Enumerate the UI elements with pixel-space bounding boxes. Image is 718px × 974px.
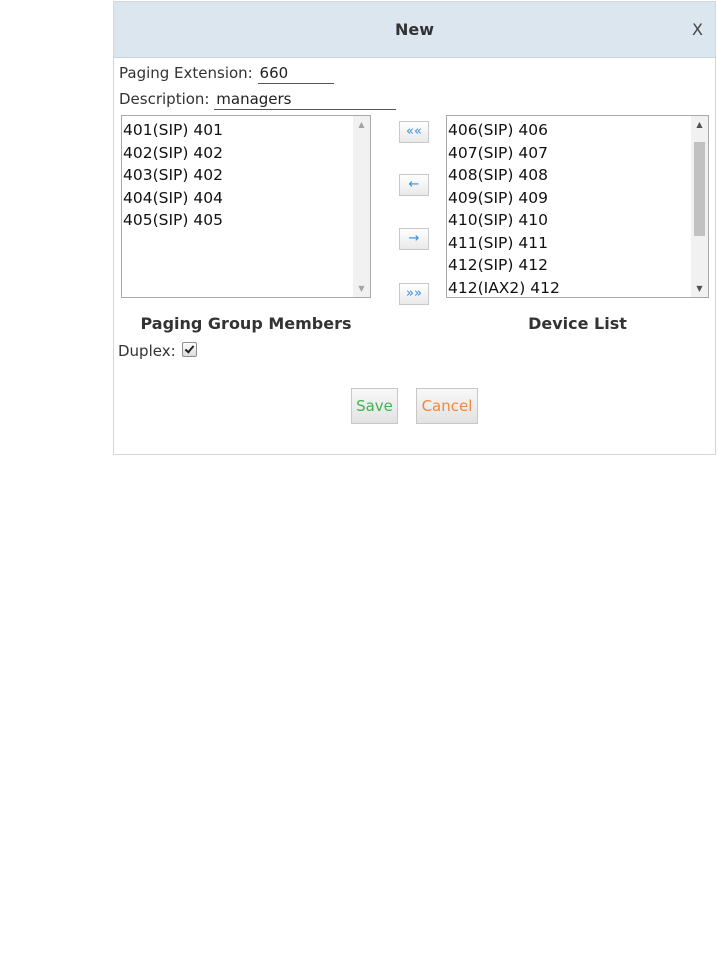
list-item[interactable]: 406(SIP) 406 <box>447 119 691 142</box>
paging-group-members-list[interactable]: 401(SIP) 401 402(SIP) 402 403(SIP) 402 404(… <box>121 115 371 298</box>
device-list-scrollbar[interactable]: ▲ ▼ <box>691 116 708 297</box>
duplex-row: Duplex: <box>118 342 198 360</box>
list-item[interactable]: 407(SIP) 407 <box>447 142 691 165</box>
paging-extension-input[interactable]: 660 <box>257 64 334 84</box>
list-item[interactable]: 412(IAX2) 412 <box>447 277 691 298</box>
members-items: 401(SIP) 401 402(SIP) 402 403(SIP) 402 404(… <box>122 119 353 232</box>
device-list-caption: Device List <box>528 314 627 333</box>
new-paging-group-dialog: New X Paging Extension: 660 Description:… <box>113 1 716 455</box>
list-item[interactable]: 401(SIP) 401 <box>122 119 353 142</box>
device-list[interactable]: 406(SIP) 406 407(SIP) 407 408(SIP) 408 409(… <box>446 115 709 298</box>
members-scrollbar[interactable]: ▲ ▼ <box>353 116 370 297</box>
members-caption: Paging Group Members <box>140 314 352 333</box>
list-item[interactable]: 403(SIP) 402 <box>122 164 353 187</box>
save-button[interactable]: Save <box>351 388 398 424</box>
add-selected-button[interactable]: ← <box>399 174 429 196</box>
description-row: Description: managers <box>119 90 397 110</box>
list-item[interactable]: 410(SIP) 410 <box>447 209 691 232</box>
scroll-down-icon[interactable]: ▼ <box>353 284 370 293</box>
device-items: 406(SIP) 406 407(SIP) 407 408(SIP) 408 409(… <box>447 119 691 298</box>
scroll-down-icon[interactable]: ▼ <box>691 284 708 293</box>
dialog-title: New <box>394 20 435 39</box>
list-item[interactable]: 404(SIP) 404 <box>122 187 353 210</box>
description-label: Description: <box>119 90 210 108</box>
list-item[interactable]: 405(SIP) 405 <box>122 209 353 232</box>
add-all-button[interactable]: «« <box>399 121 429 143</box>
paging-extension-label: Paging Extension: <box>119 64 253 82</box>
list-item[interactable]: 408(SIP) 408 <box>447 164 691 187</box>
list-item[interactable]: 402(SIP) 402 <box>122 142 353 165</box>
scroll-up-icon[interactable]: ▲ <box>353 120 370 129</box>
scroll-up-icon[interactable]: ▲ <box>691 120 708 129</box>
close-icon[interactable]: X <box>692 20 703 39</box>
list-item[interactable]: 409(SIP) 409 <box>447 187 691 210</box>
remove-all-button[interactable]: »» <box>399 283 429 305</box>
duplex-checkbox[interactable] <box>182 342 198 357</box>
cancel-button[interactable]: Cancel <box>416 388 478 424</box>
list-item[interactable]: 411(SIP) 411 <box>447 232 691 255</box>
paging-extension-row: Paging Extension: 660 <box>119 64 334 84</box>
duplex-label: Duplex: <box>118 342 176 360</box>
description-input[interactable]: managers <box>214 90 397 110</box>
dialog-titlebar: New X <box>114 2 715 58</box>
list-item[interactable]: 412(SIP) 412 <box>447 254 691 277</box>
remove-selected-button[interactable]: → <box>399 228 429 250</box>
scrollbar-thumb[interactable] <box>694 142 705 236</box>
